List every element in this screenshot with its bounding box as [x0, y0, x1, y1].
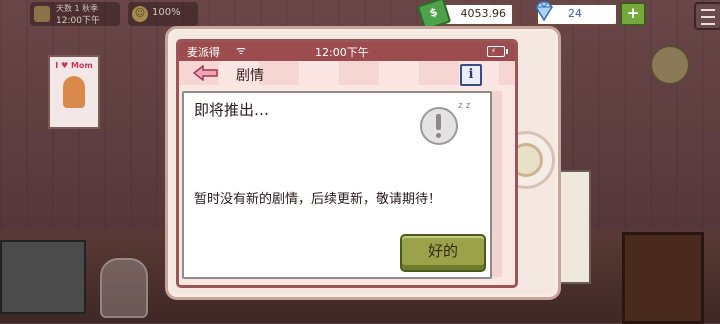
phone-status-bar: 麦派得 ᯤ 12:00下午 ⚡ — [179, 42, 515, 61]
wifi-icon: ᯤ — [236, 44, 247, 57]
menu-button[interactable] — [694, 2, 720, 30]
money-value: 4053.96 — [460, 7, 507, 20]
coming-soon-card: 即将推出… z z 暂时没有新的剧情，后续更新，敬请期待！ 好的 — [182, 91, 492, 279]
decor-jar — [650, 45, 690, 85]
info-button[interactable]: i — [460, 64, 482, 86]
cash-register — [0, 240, 86, 314]
happiness-value: 100% — [152, 7, 181, 18]
poster-text: I ♥ Mom — [55, 61, 93, 70]
happiness-display: ☺ 100% — [128, 2, 198, 26]
card-message: 暂时没有新的剧情，后续更新，敬请期待！ — [194, 192, 442, 207]
mom-poster: I ♥ Mom — [48, 55, 100, 129]
card-title: 即将推出… — [194, 101, 270, 119]
status-clock: 12:00下午 — [315, 46, 369, 59]
exclamation-icon — [420, 107, 458, 145]
sleep-icon: z z — [458, 101, 471, 111]
buy-gems-button[interactable]: + — [620, 2, 646, 26]
day-time-display: 天数 1 秋季 12:00下午 — [30, 2, 120, 26]
time-label: 12:00下午 — [56, 16, 100, 26]
radio-clock — [622, 232, 704, 324]
calendar-icon — [34, 6, 50, 22]
ok-button[interactable]: 好的 — [400, 234, 486, 272]
gem-value: 24 — [568, 7, 582, 20]
back-arrow-icon[interactable] — [193, 65, 219, 81]
page-title: 剧情 — [236, 68, 264, 84]
diamond-icon — [535, 1, 553, 22]
glass-bottle — [100, 258, 148, 318]
poster-figure — [63, 76, 85, 108]
phone-screen: 麦派得 ᯤ 12:00下午 ⚡ 剧情 i 即将推出… z z 暂时没有新的剧情，… — [176, 39, 518, 288]
battery-icon: ⚡ — [487, 46, 508, 57]
app-header: 剧情 i — [179, 61, 515, 86]
carrier-name: 麦派得 — [187, 46, 220, 59]
scroll-track[interactable] — [492, 91, 502, 277]
smile-icon: ☺ — [132, 6, 148, 22]
